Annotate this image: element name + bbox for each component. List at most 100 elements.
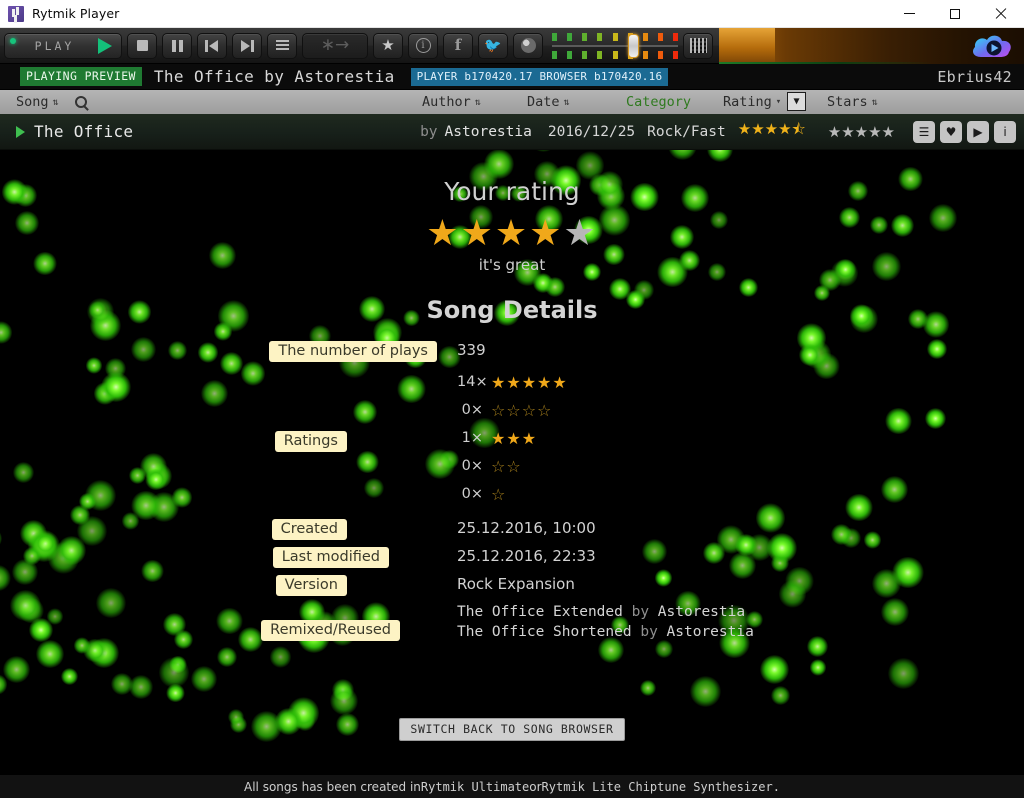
detail-modified-label-wrap: Last modified (0, 546, 389, 568)
rating-star-5[interactable]: ★ (563, 213, 597, 254)
row-play-button[interactable]: ▶ (967, 120, 989, 143)
particle (830, 523, 853, 546)
close-button[interactable] (978, 0, 1024, 28)
row-info-button[interactable]: i (994, 120, 1016, 143)
rating-star-4[interactable]: ★ (529, 213, 563, 254)
particle (668, 150, 698, 160)
rating-star-3[interactable]: ★ (495, 213, 529, 254)
facebook-button[interactable]: f (443, 32, 473, 59)
rating-breakdown-row: 0× ☆☆ (457, 452, 568, 480)
particle (880, 475, 909, 504)
volume-ticks (552, 32, 678, 59)
your-rating-heading: Your rating (444, 177, 580, 206)
particle (716, 525, 746, 554)
playlist-button[interactable] (267, 32, 297, 59)
volume-knob[interactable] (627, 33, 639, 58)
rating-breakdown-count: 1× (461, 430, 483, 446)
particle (796, 323, 827, 353)
particle (881, 597, 910, 626)
particle (924, 407, 946, 430)
row-stars-count: ★★★★★ (827, 122, 895, 141)
web-button[interactable] (513, 32, 543, 59)
rating-filter-button[interactable]: ▼ (787, 92, 806, 111)
footer-text-b: Rytmik Ultimate (420, 779, 530, 794)
user-name[interactable]: Ebrius42 (937, 68, 1012, 86)
previous-button[interactable] (197, 32, 227, 59)
particle (73, 637, 91, 654)
favorite-button[interactable]: ★ (373, 32, 403, 59)
particle (892, 556, 924, 589)
remixed-title: The Office Extended (457, 604, 623, 620)
row-rating-stars: ★★★★⯪ (737, 120, 806, 138)
row-notes-button[interactable]: ☰ (913, 120, 935, 143)
minimize-icon (903, 13, 915, 14)
remixed-list: The Office Extended by Astorestia The Off… (457, 602, 754, 642)
facebook-icon: f (454, 36, 462, 54)
particle (9, 589, 41, 622)
particle (104, 357, 126, 380)
maximize-button[interactable] (932, 0, 978, 28)
column-author[interactable]: Author ⇅ (422, 94, 481, 110)
detail-created-value-wrap: 25.12.2016, 10:00 (457, 518, 596, 537)
rating-breakdown-count: 0× (461, 402, 483, 418)
equalizer-button[interactable] (683, 32, 713, 59)
particle (706, 150, 734, 163)
your-rating-stars[interactable]: ★★★★★ (0, 216, 1024, 252)
remixed-item[interactable]: The Office Extended by Astorestia (457, 602, 754, 622)
particle (845, 493, 873, 521)
rating-star-2[interactable]: ★ (461, 213, 495, 254)
stop-button[interactable] (127, 32, 157, 59)
column-category[interactable]: Category (626, 94, 691, 110)
stop-icon (136, 40, 148, 51)
particle (483, 150, 515, 180)
volume-tick (597, 32, 603, 59)
particle (128, 466, 147, 485)
particle (885, 408, 912, 435)
song-details-heading: Song Details (426, 296, 598, 324)
rating-star-1[interactable]: ★ (426, 213, 460, 254)
column-song[interactable]: Song ⇅ (16, 94, 59, 110)
particle (729, 552, 756, 579)
particle (528, 150, 558, 152)
search-button[interactable] (75, 96, 87, 108)
particle (101, 371, 132, 402)
cloud-play-icon[interactable] (970, 33, 1014, 59)
particle (85, 480, 117, 512)
particle (809, 659, 827, 676)
footer-text-a: All songs has been created in (244, 779, 421, 794)
song-row[interactable]: The Office by Astorestia 2016/12/25 Rock… (0, 114, 1024, 150)
shuffle-button[interactable]: ∗→ (302, 32, 368, 59)
column-rating[interactable]: Rating ▾ (723, 94, 782, 110)
sort-arrows-icon: ⇅ (474, 96, 481, 108)
row-play-icon[interactable] (16, 125, 25, 138)
volume-slider[interactable] (552, 31, 678, 61)
column-stars[interactable]: Stars ⇅ (827, 94, 878, 110)
particle (887, 657, 920, 690)
particle (140, 452, 168, 480)
column-date[interactable]: Date ⇅ (527, 94, 570, 110)
next-button[interactable] (232, 32, 262, 59)
detail-plays-label-wrap: The number of plays (0, 340, 437, 362)
particle (759, 654, 789, 684)
minimize-button[interactable] (886, 0, 932, 28)
pause-button[interactable] (162, 32, 192, 59)
twitter-button[interactable]: 🐦 (478, 32, 508, 59)
chevron-down-icon: ▾ (775, 97, 782, 107)
particle (576, 151, 605, 180)
column-song-label: Song (16, 94, 49, 110)
detail-ratings-label-wrap: Ratings (0, 430, 347, 452)
info-button[interactable]: i (408, 32, 438, 59)
remixed-item[interactable]: The Office Shortened by Astorestia (457, 622, 754, 642)
window-title: Rytmik Player (32, 6, 120, 21)
particle (200, 379, 228, 408)
play-led-icon (10, 37, 16, 44)
switch-back-to-song-browser-button[interactable]: SWITCH BACK TO SONG BROWSER (399, 718, 625, 741)
detail-remixed-label-wrap: Remixed/Reused (0, 619, 400, 641)
particle (702, 542, 725, 565)
particle (89, 637, 119, 668)
row-favorite-button[interactable]: ♥ (940, 120, 962, 143)
particle (171, 487, 193, 508)
rating-breakdown-row: 0× ☆ (457, 480, 568, 508)
remixed-label: Remixed/Reused (261, 620, 400, 641)
play-button[interactable]: PLAY (4, 32, 122, 59)
